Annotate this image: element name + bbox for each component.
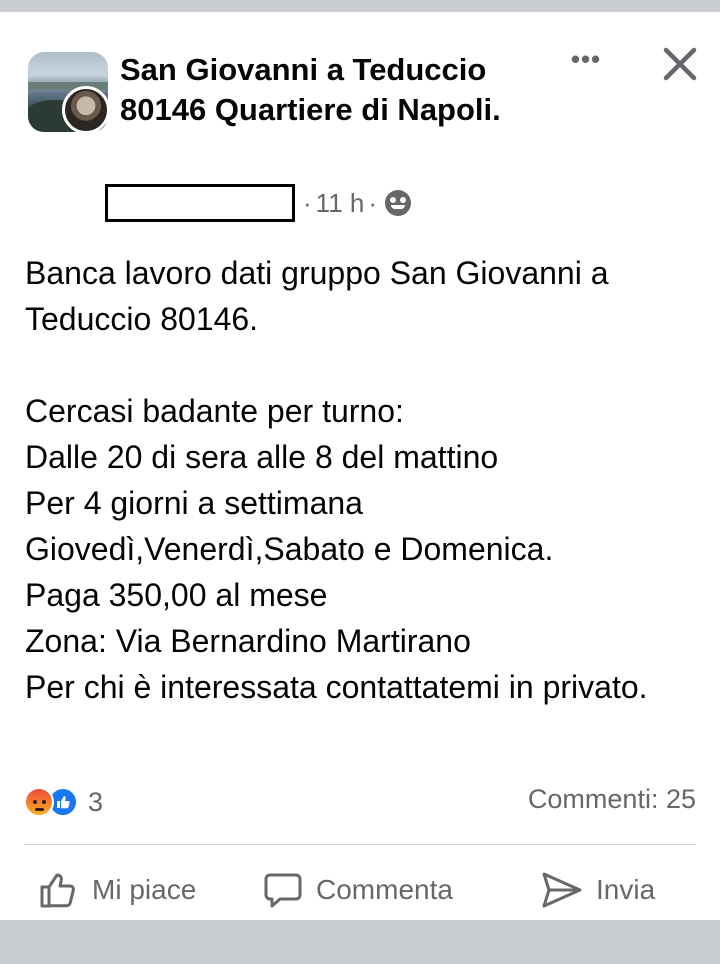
thumbs-up-icon (40, 873, 75, 908)
redacted-author-name[interactable] (105, 184, 295, 222)
group-name-link[interactable]: San Giovanni a Teduccio 80146 Quartiere … (120, 50, 540, 130)
comment-button-label: Commenta (316, 874, 453, 905)
post-body: Banca lavoro dati gruppo San Giovanni a … (25, 255, 648, 705)
comment-bubble-icon (264, 873, 302, 908)
close-button[interactable] (658, 42, 702, 86)
like-button-label: Mi piace (92, 874, 197, 905)
send-icon (542, 872, 582, 908)
author-avatar[interactable] (62, 86, 110, 134)
post-card: San Giovanni a Teduccio 80146 Quartiere … (0, 12, 720, 920)
group-icon (385, 190, 412, 216)
post-timestamp[interactable]: 11 h (316, 188, 365, 219)
angry-reaction-icon (24, 787, 54, 817)
send-button[interactable]: Invia (540, 868, 655, 912)
reactions-summary[interactable]: 3 (24, 786, 103, 818)
reaction-count: 3 (88, 786, 104, 817)
post-meta: · 11 h · (105, 182, 412, 224)
close-icon (663, 47, 697, 81)
comments-count-link[interactable]: Commenti: 25 (528, 784, 696, 815)
post-avatar[interactable] (28, 52, 110, 134)
more-options-button[interactable]: ••• (566, 46, 606, 78)
comment-button[interactable]: Commenta (262, 868, 453, 912)
like-button[interactable]: Mi piace (38, 868, 196, 912)
action-divider (24, 844, 696, 845)
send-button-label: Invia (596, 874, 656, 905)
